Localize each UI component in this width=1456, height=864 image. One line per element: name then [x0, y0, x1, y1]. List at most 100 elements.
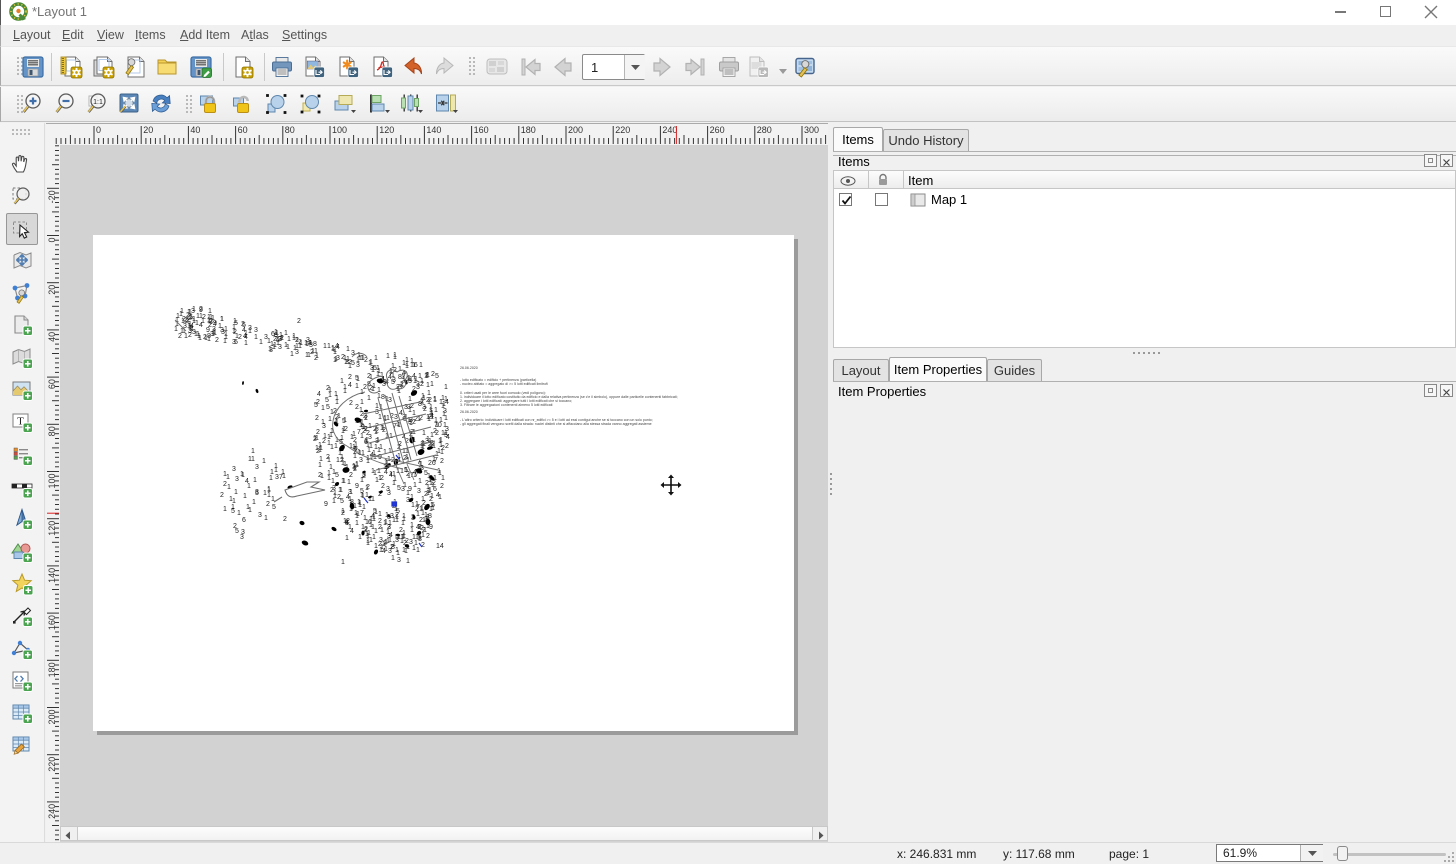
svg-text:2: 2	[322, 438, 326, 445]
svg-text:4: 4	[416, 524, 420, 531]
svg-text:3: 3	[254, 327, 258, 334]
svg-text:1: 1	[328, 387, 332, 394]
svg-text:1: 1	[393, 352, 397, 359]
svg-text:2: 2	[315, 415, 319, 422]
svg-text:1: 1	[227, 484, 231, 491]
svg-text:1: 1	[383, 449, 387, 456]
svg-text:1: 1	[444, 384, 448, 391]
svg-text:26.06.2020: 26.06.2020	[460, 410, 478, 414]
svg-text:2: 2	[238, 334, 242, 341]
svg-text:1: 1	[186, 317, 190, 324]
svg-text:1: 1	[262, 458, 266, 465]
svg-text:1: 1	[382, 541, 386, 548]
svg-text:1: 1	[211, 331, 215, 338]
svg-text:5: 5	[360, 488, 364, 495]
svg-text:1: 1	[192, 306, 196, 313]
svg-text:4: 4	[350, 528, 354, 535]
svg-text:3: 3	[258, 512, 262, 519]
svg-text:1: 1	[259, 339, 263, 346]
svg-text:16: 16	[410, 362, 418, 369]
svg-text:1: 1	[319, 456, 323, 463]
svg-text:2: 2	[364, 357, 368, 364]
svg-text:2: 2	[381, 483, 385, 490]
svg-text:1: 1	[412, 545, 416, 552]
svg-text:2: 2	[215, 337, 219, 344]
svg-text:1: 1	[430, 410, 434, 417]
svg-text:1: 1	[375, 477, 379, 484]
svg-text:1: 1	[328, 416, 332, 423]
svg-text:1: 1	[442, 401, 446, 408]
svg-text:5: 5	[326, 404, 330, 411]
svg-text:2: 2	[313, 436, 317, 443]
svg-text:1: 1	[342, 426, 346, 433]
svg-text:1: 1	[349, 489, 353, 496]
svg-text:4: 4	[335, 343, 339, 350]
svg-text:1: 1	[226, 474, 230, 481]
svg-text:1: 1	[320, 473, 324, 480]
svg-text:3: 3	[388, 548, 392, 555]
svg-text:9: 9	[429, 524, 433, 531]
svg-text:70: 70	[434, 422, 442, 429]
svg-text:5: 5	[351, 360, 355, 367]
svg-text:1: 1	[432, 443, 436, 450]
svg-text:8: 8	[313, 341, 317, 348]
svg-text:4: 4	[382, 548, 386, 555]
svg-text:1: 1	[406, 490, 410, 497]
svg-text:8: 8	[381, 394, 385, 401]
svg-text:6: 6	[242, 517, 246, 524]
svg-text:1: 1	[224, 331, 228, 338]
svg-text:1: 1	[290, 351, 294, 358]
svg-text:1: 1	[418, 461, 422, 468]
svg-text:1: 1	[416, 511, 420, 518]
svg-text:1: 1	[243, 493, 247, 500]
svg-text:1: 1	[229, 496, 233, 503]
svg-text:1: 1	[404, 548, 408, 555]
svg-text:1: 1	[443, 422, 447, 429]
svg-text:2: 2	[208, 322, 212, 329]
svg-text:2: 2	[435, 430, 439, 437]
svg-text:2: 2	[380, 475, 384, 482]
svg-text:3: 3	[240, 534, 244, 541]
svg-text:1: 1	[417, 416, 421, 423]
svg-text:2: 2	[440, 483, 444, 490]
svg-text:1: 1	[347, 479, 351, 486]
svg-text:1: 1	[204, 335, 208, 342]
svg-text:1: 1	[441, 395, 445, 402]
svg-text:1: 1	[418, 478, 422, 485]
svg-text:1: 1	[281, 469, 285, 476]
svg-text:1: 1	[345, 535, 349, 542]
svg-text:3: 3	[394, 414, 398, 421]
svg-text:1: 1	[427, 390, 431, 397]
svg-text:1: 1	[406, 558, 410, 565]
svg-text:1: 1	[341, 559, 345, 566]
svg-text:1: 1	[292, 333, 296, 340]
svg-text:2: 2	[440, 458, 444, 465]
svg-text:- nucleo abitato = aggregato d: - nucleo abitato = aggregato di >= 5 lot…	[460, 382, 548, 386]
svg-text:1: 1	[391, 555, 395, 562]
svg-text:7: 7	[360, 510, 364, 517]
svg-text:9: 9	[355, 483, 359, 490]
svg-text:1: 1	[276, 337, 280, 344]
svg-text:1: 1	[384, 519, 388, 526]
svg-text:1: 1	[360, 399, 364, 406]
svg-text:3: 3	[416, 384, 420, 391]
svg-text:1: 1	[231, 504, 235, 511]
svg-text:1: 1	[408, 396, 412, 403]
svg-text:1: 1	[416, 547, 420, 554]
svg-text:3: 3	[386, 486, 390, 493]
svg-text:1: 1	[359, 407, 363, 414]
svg-text:5: 5	[435, 373, 439, 380]
svg-text:2: 2	[316, 448, 320, 455]
svg-text:1: 1	[355, 520, 359, 527]
svg-text:4: 4	[389, 472, 393, 479]
svg-text:3: 3	[359, 457, 363, 464]
svg-text:2: 2	[348, 374, 352, 381]
svg-text:1: 1	[331, 345, 335, 352]
svg-text:1: 1	[327, 475, 331, 482]
svg-text:1: 1	[361, 424, 365, 431]
svg-text:1: 1	[367, 447, 371, 454]
svg-text:1: 1	[274, 329, 278, 336]
svg-text:1: 1	[247, 483, 251, 490]
svg-text:1: 1	[354, 510, 358, 517]
svg-text:1: 1	[335, 395, 339, 402]
